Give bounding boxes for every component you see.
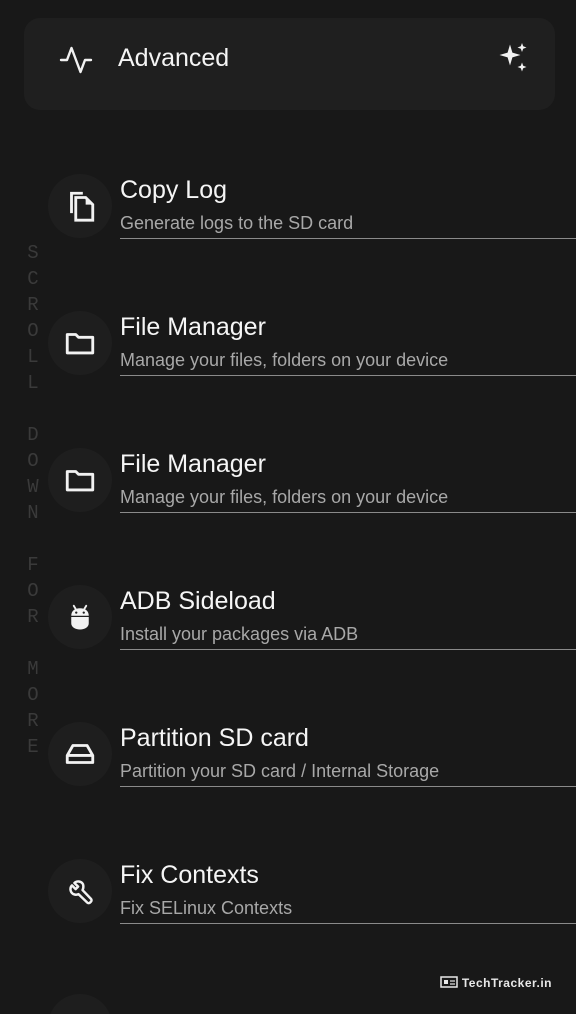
android-icon — [71, 604, 89, 630]
header-title: Advanced — [118, 44, 230, 72]
folder-icon-badge — [48, 311, 112, 375]
item-title: ADB Sideload — [120, 587, 276, 615]
item-subtitle: Partition your SD card / Internal Storag… — [120, 761, 440, 781]
divider — [120, 649, 576, 650]
item-title: Copy Log — [120, 176, 228, 204]
sparkle-icon[interactable] — [495, 40, 531, 76]
storage-icon — [65, 744, 95, 764]
watermark: TechTracker.in — [440, 976, 552, 990]
item-subtitle: Manage your files, folders on your devic… — [120, 487, 449, 507]
watermark-text: TechTracker.in — [461, 976, 552, 990]
copy-icon — [70, 191, 95, 222]
android-icon-badge — [48, 585, 112, 649]
next-item-badge[interactable] — [48, 994, 112, 1014]
divider — [120, 786, 576, 787]
folder-icon — [65, 470, 95, 492]
menu-item-file-manager[interactable]: File Manager Manage your files, folders … — [0, 287, 576, 397]
folder-icon — [65, 333, 95, 355]
monitor-icon — [440, 976, 458, 988]
divider — [120, 375, 576, 376]
item-subtitle: Generate logs to the SD card — [120, 213, 354, 233]
advanced-header[interactable]: Advanced — [24, 18, 555, 110]
item-subtitle: Install your packages via ADB — [120, 624, 359, 644]
item-title: File Manager — [120, 450, 266, 478]
menu-item-file-manager-2[interactable]: File Manager Manage your files, folders … — [0, 424, 576, 534]
storage-icon-badge — [48, 722, 112, 786]
item-title: File Manager — [120, 313, 266, 341]
item-title: Partition SD card — [120, 724, 309, 752]
wrench-icon — [69, 880, 93, 905]
divider — [120, 512, 576, 513]
menu-item-partition-sd-card[interactable]: Partition SD card Partition your SD card… — [0, 698, 576, 808]
menu-item-adb-sideload[interactable]: ADB Sideload Install your packages via A… — [0, 561, 576, 671]
item-subtitle: Fix SELinux Contexts — [120, 898, 293, 918]
activity-icon — [59, 46, 93, 74]
menu-item-fix-contexts[interactable]: Fix Contexts Fix SELinux Contexts — [0, 835, 576, 945]
menu-item-copy-log[interactable]: Copy Log Generate logs to the SD card — [0, 150, 576, 260]
item-title: Fix Contexts — [120, 861, 259, 889]
copy-icon-badge — [48, 174, 112, 238]
folder-icon-badge — [48, 448, 112, 512]
item-subtitle: Manage your files, folders on your devic… — [120, 350, 449, 370]
divider — [120, 923, 576, 924]
wrench-icon-badge — [48, 859, 112, 923]
divider — [120, 238, 576, 239]
